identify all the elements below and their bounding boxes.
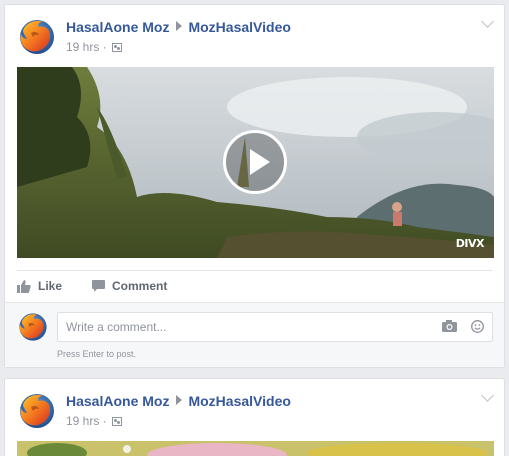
post-header: HasalAone Moz MozHasalVideo xyxy=(66,393,291,409)
comment-input[interactable]: Write a comment... xyxy=(57,312,493,342)
post-timestamp[interactable]: 19 hrs · xyxy=(66,40,107,54)
post-card: HasalAone Moz MozHasalVideo 19 hrs · xyxy=(4,4,505,368)
arrow-right-icon xyxy=(176,21,183,31)
audience-icon[interactable] xyxy=(112,417,123,426)
smiley-icon[interactable] xyxy=(471,320,484,333)
post-timestamp[interactable]: 19 hrs · xyxy=(66,414,107,428)
comment-tools xyxy=(442,320,484,333)
author-name[interactable]: HasalAone Moz xyxy=(66,393,169,409)
author-name[interactable]: HasalAone Moz xyxy=(66,19,169,35)
post-header: HasalAone Moz MozHasalVideo xyxy=(66,19,291,35)
chevron-down-icon[interactable] xyxy=(481,389,494,402)
video-player[interactable] xyxy=(17,441,494,456)
comment-composer: Write a comment... Press Enter to post. xyxy=(5,302,504,367)
comment-hint: Press Enter to post. xyxy=(57,349,137,359)
like-icon xyxy=(17,279,31,293)
divider xyxy=(17,270,492,271)
video-player[interactable]: DIVX xyxy=(17,67,494,258)
firefox-logo xyxy=(17,311,49,343)
post-meta: 19 hrs · xyxy=(66,40,123,54)
firefox-logo xyxy=(17,391,57,431)
video-thumbnail xyxy=(17,441,494,456)
post-actions: Like Comment xyxy=(17,277,197,295)
arrow-right-icon xyxy=(176,395,183,405)
audience-icon[interactable] xyxy=(112,43,123,52)
like-label: Like xyxy=(38,279,63,293)
camera-icon[interactable] xyxy=(442,320,457,332)
post-card: HasalAone Moz MozHasalVideo 19 hrs · xyxy=(4,378,505,456)
play-icon[interactable] xyxy=(223,130,287,194)
comment-icon xyxy=(92,280,106,292)
post-meta: 19 hrs · xyxy=(66,414,123,428)
author-avatar[interactable] xyxy=(17,17,57,57)
target-page-name[interactable]: MozHasalVideo xyxy=(188,393,290,409)
target-page-name[interactable]: MozHasalVideo xyxy=(188,19,290,35)
commenter-avatar xyxy=(17,311,49,343)
chevron-down-icon[interactable] xyxy=(481,15,494,28)
comment-label: Comment xyxy=(112,279,168,293)
like-button[interactable]: Like xyxy=(17,279,62,293)
divx-badge: DIVX xyxy=(455,237,485,250)
author-avatar[interactable] xyxy=(17,391,57,431)
firefox-logo xyxy=(17,17,57,57)
comment-button[interactable]: Comment xyxy=(92,279,167,293)
